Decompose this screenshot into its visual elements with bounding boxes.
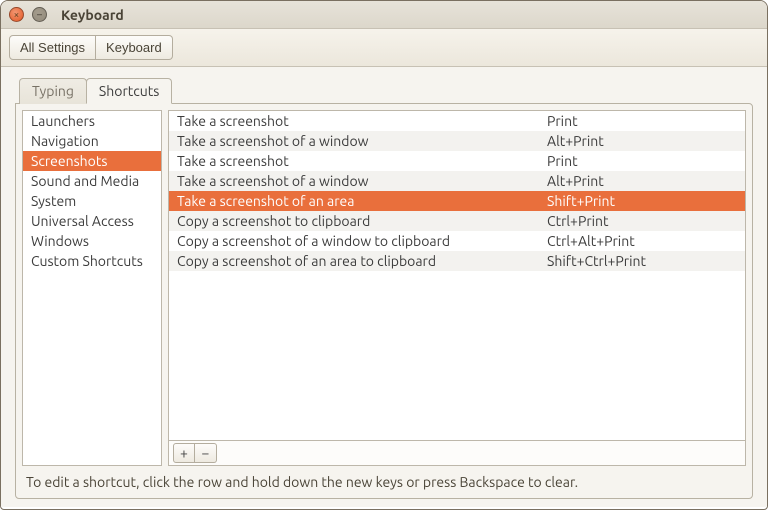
category-item[interactable]: System [23, 191, 161, 211]
shortcut-name: Take a screenshot of a window [177, 133, 547, 149]
category-item[interactable]: Custom Shortcuts [23, 251, 161, 271]
shortcut-key: Alt+Print [547, 133, 737, 149]
category-label: Launchers [31, 113, 95, 129]
shortcut-key: Alt+Print [547, 173, 737, 189]
add-button[interactable]: + [173, 443, 195, 463]
shortcut-row[interactable]: Take a screenshot of an areaShift+Print [169, 191, 745, 211]
category-label: Sound and Media [31, 173, 139, 189]
window: × – Keyboard All Settings Keyboard Typin… [0, 0, 768, 510]
shortcut-row[interactable]: Take a screenshotPrint [169, 151, 745, 171]
tab-shortcuts[interactable]: Shortcuts [86, 78, 172, 104]
window-title: Keyboard [61, 7, 124, 23]
shortcut-key: Ctrl+Alt+Print [547, 233, 737, 249]
shortcut-key: Shift+Ctrl+Print [547, 253, 737, 269]
shortcut-row[interactable]: Copy a screenshot of an area to clipboar… [169, 251, 745, 271]
shortcut-name: Take a screenshot [177, 153, 547, 169]
category-item[interactable]: Navigation [23, 131, 161, 151]
split-pane: Launchers Navigation Screenshots Sound and … [22, 110, 746, 466]
shortcut-name: Take a screenshot of an area [177, 193, 547, 209]
category-label: System [31, 193, 76, 209]
toolbar: All Settings Keyboard [1, 29, 767, 67]
add-remove-bar: + − [168, 441, 746, 466]
tabstrip: Typing Shortcuts [15, 77, 753, 103]
remove-button[interactable]: − [195, 443, 217, 463]
shortcut-key: Print [547, 113, 737, 129]
category-label: Custom Shortcuts [31, 253, 143, 269]
breadcrumb-group: All Settings Keyboard [9, 35, 173, 60]
shortcut-list[interactable]: Take a screenshotPrintTake a screenshot … [168, 110, 746, 441]
shortcut-row[interactable]: Take a screenshotPrint [169, 111, 745, 131]
shortcut-key: Ctrl+Print [547, 213, 737, 229]
all-settings-button[interactable]: All Settings [9, 35, 96, 60]
close-icon[interactable]: × [9, 7, 24, 22]
category-label: Screenshots [31, 153, 107, 169]
titlebar: × – Keyboard [1, 1, 767, 29]
category-list[interactable]: Launchers Navigation Screenshots Sound and … [22, 110, 162, 466]
category-label: Universal Access [31, 213, 134, 229]
hint-text: To edit a shortcut, click the row and ho… [22, 466, 746, 492]
category-item[interactable]: Launchers [23, 111, 161, 131]
shortcut-row[interactable]: Copy a screenshot to clipboardCtrl+Print [169, 211, 745, 231]
shortcut-name: Take a screenshot of a window [177, 173, 547, 189]
category-label: Navigation [31, 133, 99, 149]
shortcut-name: Copy a screenshot of an area to clipboar… [177, 253, 547, 269]
keyboard-button[interactable]: Keyboard [96, 35, 173, 60]
shortcut-name: Take a screenshot [177, 113, 547, 129]
shortcut-key: Shift+Print [547, 193, 737, 209]
category-item[interactable]: Universal Access [23, 211, 161, 231]
content-area: Typing Shortcuts Launchers Navigation Scre… [1, 67, 767, 507]
category-label: Windows [31, 233, 89, 249]
shortcut-row[interactable]: Take a screenshot of a windowAlt+Print [169, 131, 745, 151]
shortcut-key: Print [547, 153, 737, 169]
shortcut-name: Copy a screenshot of a window to clipboa… [177, 233, 547, 249]
shortcut-row[interactable]: Copy a screenshot of a window to clipboa… [169, 231, 745, 251]
category-item[interactable]: Windows [23, 231, 161, 251]
shortcut-row[interactable]: Take a screenshot of a windowAlt+Print [169, 171, 745, 191]
category-item[interactable]: Screenshots [23, 151, 161, 171]
right-column: Take a screenshotPrintTake a screenshot … [168, 110, 746, 466]
tab-typing[interactable]: Typing [19, 78, 87, 104]
minimize-icon[interactable]: – [32, 7, 47, 22]
shortcut-name: Copy a screenshot to clipboard [177, 213, 547, 229]
tab-panel: Launchers Navigation Screenshots Sound and … [15, 103, 753, 499]
category-item[interactable]: Sound and Media [23, 171, 161, 191]
